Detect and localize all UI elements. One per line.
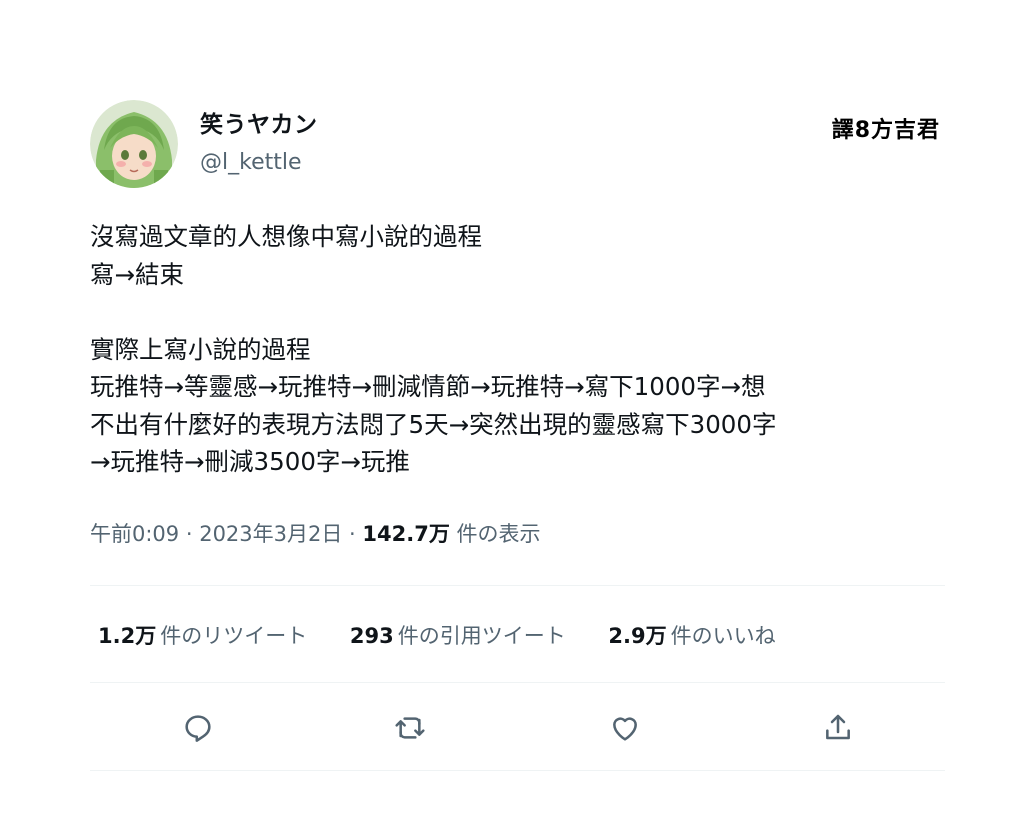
likes-stat[interactable]: 2.9万 件のいいね [608, 620, 775, 650]
divider [90, 770, 945, 771]
tweet-line: 實際上寫小說的過程 [90, 334, 311, 364]
retweets-label: 件のリツイート [160, 624, 308, 648]
meta-separator: · [342, 522, 363, 546]
divider [90, 585, 945, 586]
likes-count: 2.9万 [608, 624, 667, 648]
avatar[interactable] [90, 100, 178, 188]
divider [90, 682, 945, 683]
like-button[interactable] [605, 708, 645, 748]
tweet-header: 笑うヤカン @l_kettle 譯8方吉君 [90, 100, 945, 190]
display-name[interactable]: 笑うヤカン [200, 110, 318, 140]
tweet-actions [90, 700, 945, 760]
tweet-meta: 午前0:09 · 2023年3月2日 · 142.7万 件の表示 [90, 518, 541, 548]
tweet-line: 寫→結束 [90, 259, 185, 289]
translator-watermark: 譯8方吉君 [831, 118, 940, 143]
avatar-image [90, 100, 178, 188]
tweet-date[interactable]: 2023年3月2日 [199, 522, 342, 546]
author-names: 笑うヤカン @l_kettle [200, 110, 318, 178]
tweet-text: 沒寫過文章的人想像中寫小說的過程 寫→結束 實際上寫小說的過程 玩推特→等靈感→… [90, 218, 945, 481]
tweet-line: 不出有什麼好的表現方法悶了5天→突然出現的靈感寫下3000字 [90, 409, 777, 439]
like-icon [613, 717, 637, 741]
likes-label: 件のいいね [670, 624, 776, 648]
share-icon [826, 714, 850, 740]
tweet-line: 沒寫過文章的人想像中寫小說的過程 [90, 222, 482, 251]
reply-icon [185, 715, 211, 742]
quotes-stat[interactable]: 293 件の引用ツイート [350, 620, 566, 650]
retweets-count: 1.2万 [98, 624, 157, 648]
handle[interactable]: @l_kettle [200, 148, 318, 178]
quotes-count: 293 [349, 624, 394, 648]
retweets-stat[interactable]: 1.2万 件のリツイート [98, 620, 307, 650]
views-count: 142.7万 [362, 522, 450, 546]
reply-button[interactable] [178, 708, 218, 748]
meta-separator: · [179, 522, 200, 546]
tweet-line: →玩推特→刪減3500字→玩推 [90, 447, 410, 476]
share-button[interactable] [818, 708, 858, 748]
tweet-line [90, 293, 945, 331]
views-label: 件の表示 [449, 522, 541, 546]
tweet-card: 笑うヤカン @l_kettle 譯8方吉君 沒寫過文章的人想像中寫小說的過程 寫… [90, 100, 945, 771]
tweet-time[interactable]: 午前0:09 [90, 522, 179, 546]
retweet-button[interactable] [390, 708, 430, 748]
quotes-label: 件の引用ツイート [397, 624, 566, 648]
retweet-icon [395, 717, 425, 739]
tweet-stats: 1.2万 件のリツイート 293 件の引用ツイート 2.9万 件のいいね [98, 620, 812, 650]
tweet-line: 玩推特→等靈感→玩推特→刪減情節→玩推特→寫下1000字→想 [90, 372, 766, 401]
